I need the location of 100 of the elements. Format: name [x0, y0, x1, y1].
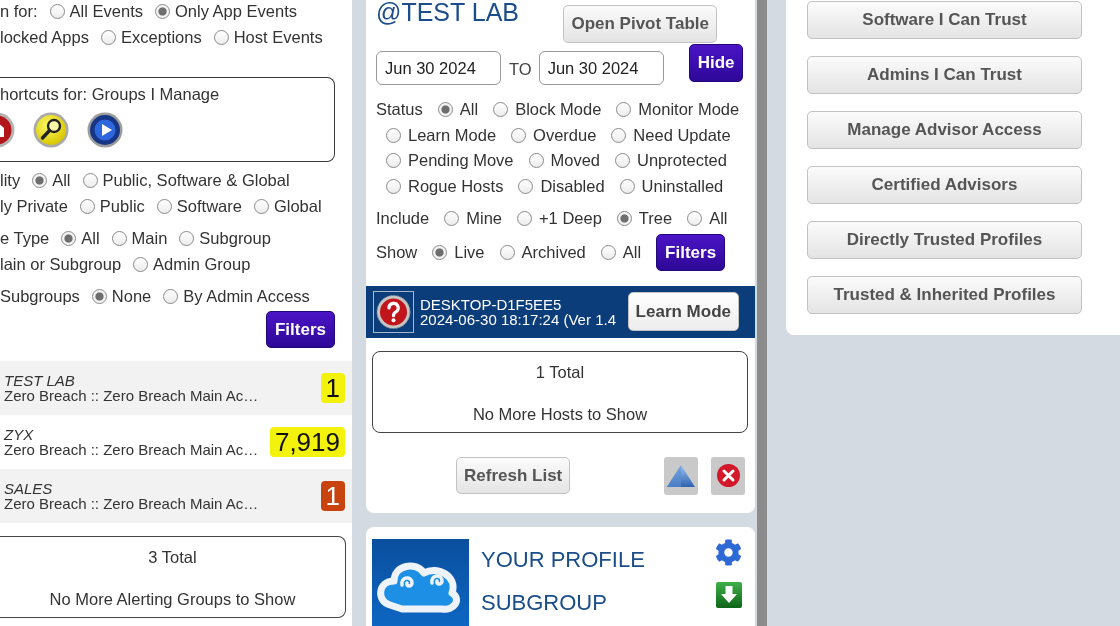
filters-button[interactable]: Filters — [656, 234, 726, 271]
radio-label[interactable]: All Events — [69, 1, 143, 21]
radio-label[interactable]: Only App Events — [175, 1, 297, 21]
radio-button[interactable] — [253, 198, 269, 214]
date-field[interactable]: Jun 30 2024 — [538, 51, 664, 85]
radio-label[interactable]: Exceptions — [121, 27, 202, 47]
radio-label[interactable]: None — [111, 286, 152, 306]
radio-button[interactable] — [91, 288, 107, 304]
radio-button[interactable] — [79, 198, 95, 214]
radio-button[interactable] — [179, 230, 195, 246]
radio-label[interactable]: All — [81, 228, 100, 248]
refresh-button[interactable]: Refresh List — [456, 457, 571, 494]
radio-button[interactable] — [517, 211, 532, 227]
radio-label[interactable]: All — [709, 209, 728, 229]
filter-label: Status — [376, 100, 423, 120]
radio-label[interactable]: Pending Move — [408, 151, 514, 171]
radio-button[interactable] — [511, 127, 527, 143]
learn-mode-button[interactable]: Learn Mode — [627, 292, 739, 331]
radio-button[interactable] — [32, 172, 48, 188]
radio-button[interactable] — [82, 172, 98, 188]
radio-label[interactable]: Archived — [521, 243, 586, 262]
menu-button[interactable]: Manage Advisor Access — [807, 111, 1082, 149]
radio-button[interactable] — [493, 102, 509, 118]
range-label: TO — [509, 59, 532, 79]
search-icon[interactable] — [33, 112, 69, 148]
menu-button[interactable]: Software I Can Trust — [807, 1, 1082, 39]
download-icon[interactable] — [715, 582, 742, 608]
radio-button[interactable] — [615, 153, 631, 169]
radio-label[interactable]: Mine — [466, 209, 502, 229]
close-button[interactable] — [711, 456, 745, 495]
radio-button[interactable] — [687, 211, 703, 227]
radio-label[interactable]: Global — [273, 196, 322, 216]
up-button[interactable] — [664, 456, 698, 495]
radio-button[interactable] — [386, 153, 401, 169]
radio-label[interactable]: +1 Deep — [539, 209, 602, 229]
filters-button[interactable]: Filters — [265, 311, 335, 348]
radio-label[interactable]: Learn Mode — [408, 125, 497, 145]
radio-label[interactable]: Moved — [550, 151, 601, 171]
group-name: ZYX — [4, 426, 35, 442]
radio-label[interactable]: Host Events — [233, 27, 323, 47]
radio-label[interactable]: Admin Group — [153, 254, 251, 274]
hide-button[interactable]: Hide — [688, 44, 744, 82]
group-row[interactable]: TEST LAB Zero Breach :: Zero Breach Main Ac… 1 — [0, 361, 352, 415]
radio-label[interactable]: Tree — [638, 209, 673, 229]
radio-label[interactable]: All — [52, 170, 71, 190]
radio-button[interactable] — [437, 102, 453, 118]
radio-label[interactable]: Block Mode — [515, 100, 602, 120]
radio-button[interactable] — [111, 230, 127, 246]
host-row[interactable]: DESKTOP-D1F5EE5 2024-06-30 18:17:24 (Ver 1.4 Learn Mode — [366, 285, 755, 338]
radio-button[interactable] — [386, 178, 401, 194]
group-name: TEST LAB — [4, 372, 76, 388]
radio-button[interactable] — [133, 256, 149, 272]
radio-button[interactable] — [499, 245, 515, 260]
radio-button[interactable] — [49, 3, 65, 19]
play-icon[interactable] — [87, 112, 123, 148]
radio-label[interactable]: Public, Software & Global — [102, 170, 290, 190]
radio-label[interactable]: All — [459, 100, 479, 120]
menu-button[interactable]: Directly Trusted Profiles — [807, 221, 1082, 259]
radio-button[interactable] — [213, 29, 229, 45]
radio-button[interactable] — [163, 288, 179, 304]
radio-button[interactable] — [432, 245, 448, 260]
radio-label[interactable]: Monitor Mode — [638, 100, 740, 120]
menu-button[interactable]: Admins I Can Trust — [807, 56, 1082, 94]
house-disc-icon[interactable] — [0, 112, 15, 148]
radio-label[interactable]: Software — [176, 196, 242, 216]
radio-button[interactable] — [600, 245, 616, 260]
radio-label[interactable]: Public — [99, 196, 145, 216]
settings-icon[interactable] — [715, 539, 742, 566]
radio-label[interactable]: Live — [454, 243, 485, 262]
scrollbar[interactable] — [757, 0, 767, 626]
radio-button[interactable] — [101, 29, 116, 45]
radio-button[interactable] — [518, 178, 534, 194]
pivot-table-button[interactable]: Open Pivot Table — [563, 5, 717, 43]
radio-button[interactable] — [616, 102, 632, 118]
radio-button[interactable] — [619, 178, 635, 194]
radio-label[interactable]: All — [622, 243, 642, 262]
group-row[interactable]: SALES Zero Breach :: Zero Breach Main Ac… 1 — [0, 469, 352, 523]
radio-label[interactable]: By Admin Access — [183, 286, 310, 306]
radio-label[interactable]: Rogue Hosts — [408, 176, 504, 196]
radio-button[interactable] — [156, 198, 172, 214]
radio-button[interactable] — [611, 127, 627, 143]
menu-button[interactable]: Trusted & Inherited Profiles — [807, 276, 1082, 314]
radio-button[interactable] — [61, 230, 77, 246]
radio-label[interactable]: Uninstalled — [641, 176, 724, 196]
radio-button[interactable] — [155, 3, 170, 19]
question-icon — [373, 290, 414, 333]
filter-label: locked Apps — [0, 27, 89, 47]
radio-label[interactable]: Disabled — [540, 176, 605, 196]
radio-label[interactable]: Need Update — [633, 125, 731, 145]
radio-label[interactable]: Overdue — [533, 125, 597, 145]
radio-button[interactable] — [386, 127, 401, 143]
radio-button[interactable] — [528, 153, 544, 169]
menu-button[interactable]: Certified Advisors — [807, 166, 1082, 204]
radio-button[interactable] — [616, 211, 632, 227]
date-field[interactable]: Jun 30 2024 — [376, 51, 501, 85]
radio-label[interactable]: Subgroup — [199, 228, 271, 248]
count-badge: 1 — [320, 373, 345, 403]
radio-label[interactable]: Main — [131, 228, 168, 248]
radio-button[interactable] — [444, 211, 460, 227]
radio-label[interactable]: Unprotected — [637, 151, 727, 171]
